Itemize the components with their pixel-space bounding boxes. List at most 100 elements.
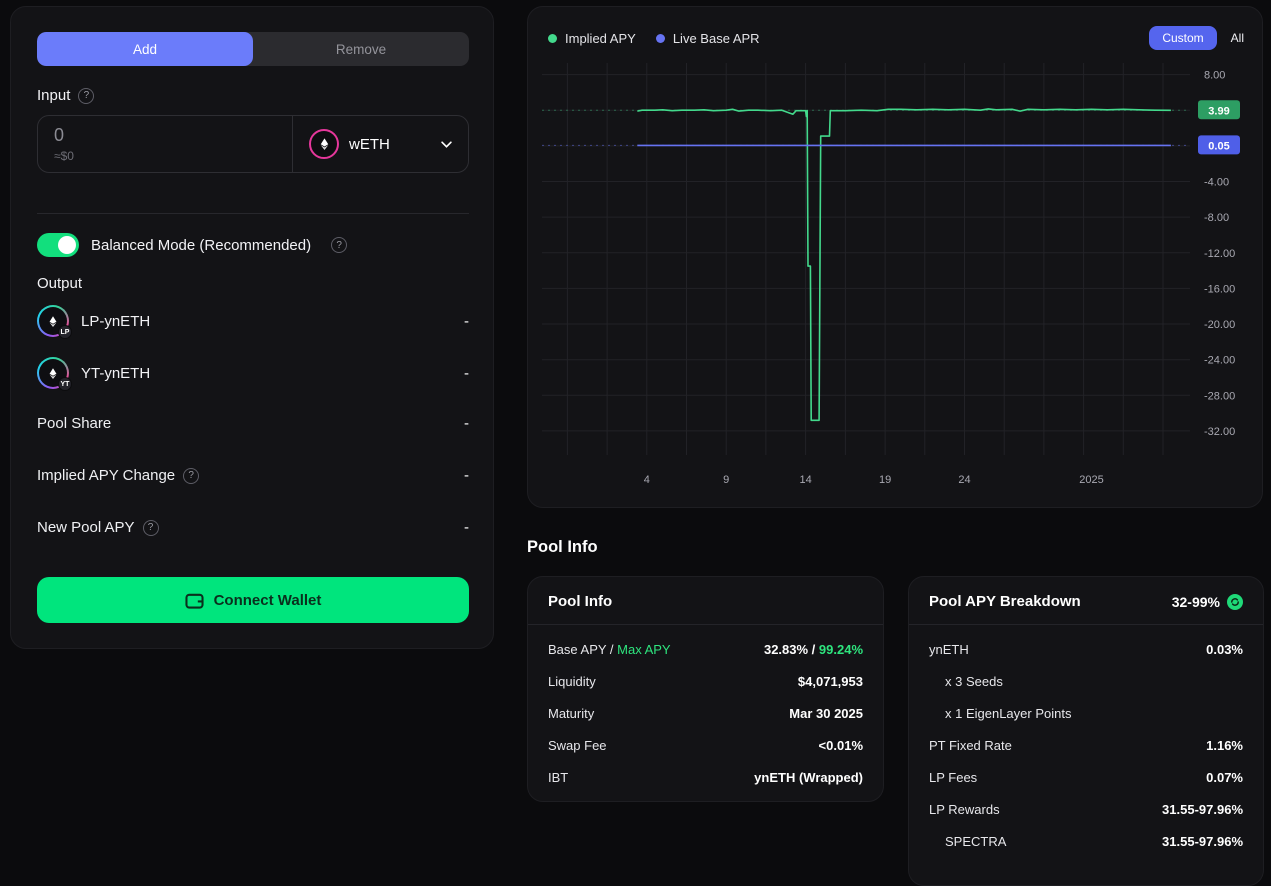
maturity-value: Mar 30 2025 bbox=[789, 706, 863, 721]
balanced-mode-label: Balanced Mode (Recommended) bbox=[91, 237, 311, 254]
range-all-button[interactable]: All bbox=[1231, 31, 1244, 45]
ibt-row: IBT ynETH (Wrapped) bbox=[548, 761, 863, 793]
new-pool-apy-row: New Pool APY ? - bbox=[37, 519, 469, 536]
base-max-apy-row: Base APY / Max APY 32.83% / 99.24% bbox=[548, 633, 863, 665]
divider bbox=[37, 213, 469, 214]
svg-text:4: 4 bbox=[644, 474, 650, 486]
pool-apy-breakdown-card: Pool APY Breakdown 32-99% ynETH 0.03% x … bbox=[908, 576, 1264, 886]
connect-wallet-label: Connect Wallet bbox=[214, 592, 322, 609]
implied-apy-change-value: - bbox=[464, 467, 469, 484]
spectra-value: 31.55-97.96% bbox=[1162, 834, 1243, 849]
svg-text:0.05: 0.05 bbox=[1208, 140, 1229, 152]
tab-add[interactable]: Add bbox=[37, 32, 253, 66]
liquidity-value: $4,071,953 bbox=[798, 674, 863, 689]
chart-legend: Implied APY Live Base APR bbox=[548, 31, 760, 46]
legend-live-base-apr: Live Base APR bbox=[656, 31, 760, 46]
output-row-value: - bbox=[464, 313, 469, 330]
eigenlayer-points-row: x 1 EigenLayer Points bbox=[929, 697, 1243, 729]
pool-info-section-title: Pool Info bbox=[527, 538, 598, 557]
breakdown-total-value: 32-99% bbox=[1172, 594, 1220, 610]
balanced-mode-help-icon[interactable]: ? bbox=[331, 237, 347, 253]
output-row-yt: YT YT-ynETH - bbox=[37, 355, 469, 391]
pool-info-card: Pool Info Base APY / Max APY 32.83% / 99… bbox=[527, 576, 884, 802]
seeds-label: x 3 Seeds bbox=[929, 674, 1003, 689]
chevron-down-icon bbox=[441, 135, 452, 153]
output-row-lp: LP LP-ynETH - bbox=[37, 303, 469, 339]
svg-text:-8.00: -8.00 bbox=[1204, 212, 1229, 224]
input-label-row: Input ? bbox=[37, 87, 94, 104]
svg-text:24: 24 bbox=[958, 474, 970, 486]
amount-input[interactable]: 0 bbox=[54, 125, 276, 146]
add-remove-tabs: Add Remove bbox=[37, 32, 469, 66]
base-apy-label: Base APY / bbox=[548, 642, 617, 657]
svg-text:9: 9 bbox=[723, 474, 729, 486]
ibt-value: ynETH (Wrapped) bbox=[754, 770, 863, 785]
balanced-mode-row: Balanced Mode (Recommended) ? bbox=[37, 233, 347, 257]
svg-text:14: 14 bbox=[799, 474, 811, 486]
breakdown-card-title: Pool APY Breakdown bbox=[929, 593, 1081, 610]
svg-text:8.00: 8.00 bbox=[1204, 70, 1225, 82]
output-row-label: LP-ynETH bbox=[81, 313, 150, 330]
eigenlayer-points-label: x 1 EigenLayer Points bbox=[929, 706, 1071, 721]
token-symbol: wETH bbox=[349, 136, 390, 153]
connect-wallet-button[interactable]: Connect Wallet bbox=[37, 577, 469, 623]
svg-text:-24.00: -24.00 bbox=[1204, 355, 1235, 367]
svg-text:-12.00: -12.00 bbox=[1204, 248, 1235, 260]
weth-token-icon bbox=[309, 129, 339, 159]
toggle-knob bbox=[58, 236, 76, 254]
max-apy-label: Max APY bbox=[617, 642, 670, 657]
pt-fixed-rate-value: 1.16% bbox=[1206, 738, 1243, 753]
yt-badge: YT bbox=[58, 377, 72, 391]
token-select[interactable]: wETH bbox=[292, 116, 468, 172]
seeds-row: x 3 Seeds bbox=[929, 665, 1243, 697]
svg-text:2025: 2025 bbox=[1079, 474, 1103, 486]
wallet-icon bbox=[185, 592, 204, 609]
input-help-icon[interactable]: ? bbox=[78, 88, 94, 104]
new-pool-apy-help-icon[interactable]: ? bbox=[143, 520, 159, 536]
range-custom-button[interactable]: Custom bbox=[1149, 26, 1216, 50]
pool-info-card-header: Pool Info bbox=[528, 577, 883, 625]
breakdown-card-header: Pool APY Breakdown 32-99% bbox=[909, 577, 1263, 625]
svg-text:-20.00: -20.00 bbox=[1204, 319, 1235, 331]
pt-fixed-rate-row: PT Fixed Rate 1.16% bbox=[929, 729, 1243, 761]
svg-text:-28.00: -28.00 bbox=[1204, 390, 1235, 402]
apy-line-chart[interactable]: 8.00 -4.00 -8.00 -12.00 -16.00 -20.00 -24.00 -2… bbox=[538, 55, 1254, 503]
implied-apy-change-row: Implied APY Change ? - bbox=[37, 467, 469, 484]
usd-estimate: ≈$0 bbox=[54, 149, 276, 163]
svg-text:19: 19 bbox=[879, 474, 891, 486]
svg-text:-4.00: -4.00 bbox=[1204, 177, 1229, 189]
lp-rewards-row: LP Rewards 31.55-97.96% bbox=[929, 793, 1243, 825]
new-pool-apy-value: - bbox=[464, 519, 469, 536]
balanced-mode-toggle[interactable] bbox=[37, 233, 79, 257]
apy-chart-card: Implied APY Live Base APR Custom All 8.0… bbox=[527, 6, 1263, 508]
legend-live-base-apr-label: Live Base APR bbox=[673, 31, 760, 46]
output-row-value: - bbox=[464, 365, 469, 382]
input-label: Input bbox=[37, 87, 70, 104]
yneth-label: ynETH bbox=[929, 642, 969, 657]
swap-fee-value: <0.01% bbox=[819, 738, 863, 753]
tab-remove[interactable]: Remove bbox=[253, 32, 469, 66]
swap-fee-label: Swap Fee bbox=[548, 738, 607, 753]
max-apy-value: 99.24% bbox=[819, 642, 863, 657]
amount-input-box: 0 ≈$0 wETH bbox=[37, 115, 469, 173]
base-apy-value: 32.83% / bbox=[764, 642, 819, 657]
spectra-row: SPECTRA 31.55-97.96% bbox=[929, 825, 1243, 857]
svg-text:3.99: 3.99 bbox=[1208, 105, 1229, 117]
app: Add Remove Input ? 0 ≈$0 wETH bbox=[0, 0, 1271, 865]
breakdown-rows: ynETH 0.03% x 3 Seeds x 1 EigenLayer Poi… bbox=[909, 625, 1263, 865]
liquidity-label: Liquidity bbox=[548, 674, 596, 689]
chart-range-controls: Custom All bbox=[1149, 26, 1244, 50]
pool-share-row: Pool Share - bbox=[37, 415, 469, 432]
implied-apy-change-help-icon[interactable]: ? bbox=[183, 468, 199, 484]
pool-share-value: - bbox=[464, 415, 469, 432]
new-pool-apy-label: New Pool APY bbox=[37, 519, 135, 536]
eth-logo-icon bbox=[318, 137, 331, 151]
live-base-apr-dot-icon bbox=[656, 34, 665, 43]
lp-rewards-label: LP Rewards bbox=[929, 802, 1000, 817]
pool-info-rows: Base APY / Max APY 32.83% / 99.24% Liqui… bbox=[528, 625, 883, 801]
amount-side: 0 ≈$0 bbox=[38, 116, 292, 172]
svg-text:-16.00: -16.00 bbox=[1204, 283, 1235, 295]
pool-info-card-title: Pool Info bbox=[548, 593, 612, 610]
output-row-label: YT-ynETH bbox=[81, 365, 150, 382]
pool-share-label: Pool Share bbox=[37, 415, 111, 432]
